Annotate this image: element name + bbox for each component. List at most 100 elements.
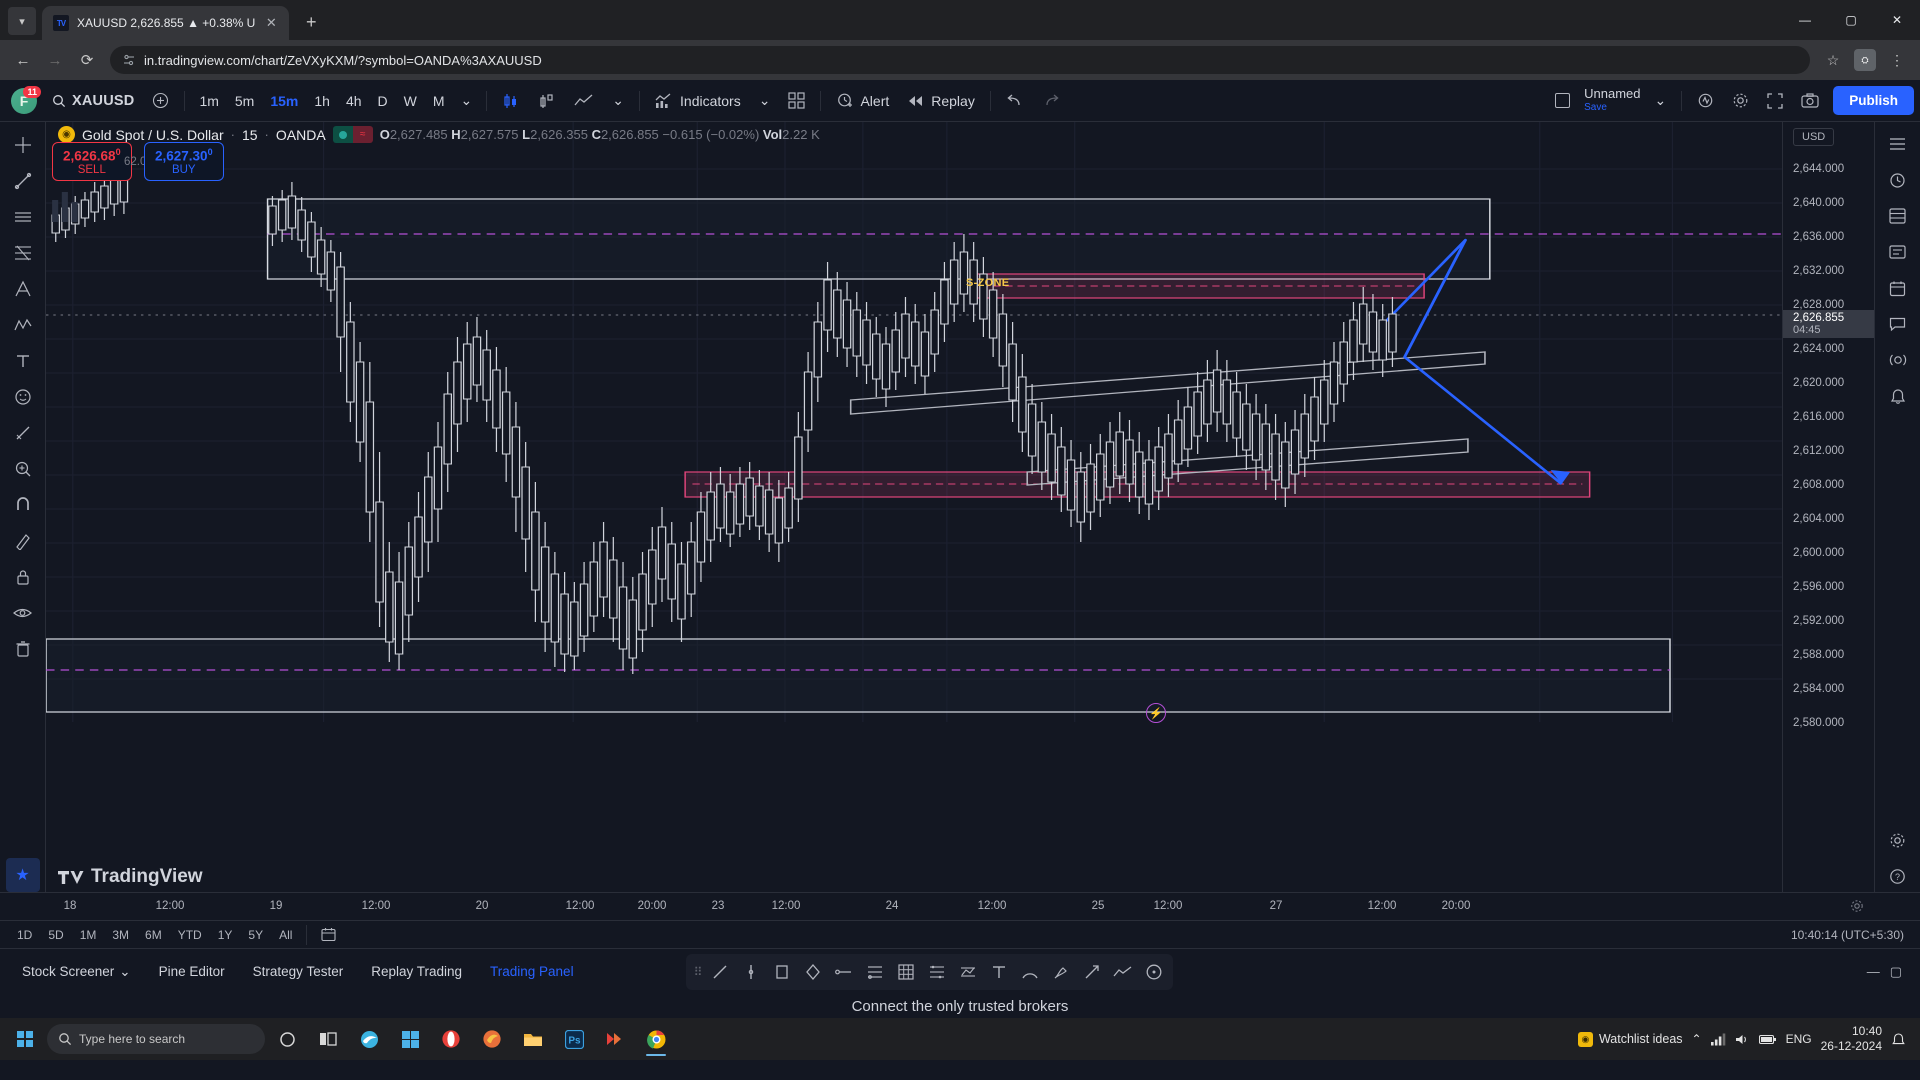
star-icon[interactable]: ☆ bbox=[1818, 45, 1848, 75]
range-6m[interactable]: 6M bbox=[138, 925, 169, 945]
time-scale-settings-icon[interactable] bbox=[1850, 899, 1864, 913]
battery-icon[interactable] bbox=[1759, 1034, 1777, 1045]
hotlist-icon[interactable] bbox=[1881, 236, 1915, 268]
tab-trading-panel[interactable]: Trading Panel bbox=[478, 958, 586, 985]
network-icon[interactable] bbox=[1711, 1033, 1726, 1046]
timeframe-15m[interactable]: 15m bbox=[263, 86, 305, 116]
timeframe-5m[interactable]: 5m bbox=[228, 86, 261, 116]
data-window-icon[interactable] bbox=[1881, 200, 1915, 232]
timeframe-d[interactable]: D bbox=[371, 86, 395, 116]
tab-stock-screener[interactable]: Stock Screener ⌄ bbox=[10, 958, 143, 986]
horizontal-lines-icon[interactable] bbox=[6, 200, 40, 234]
chart-legend[interactable]: ◉ Gold Spot / U.S. Dollar · 15 · OANDA ≈… bbox=[58, 126, 820, 143]
timeframe-4h[interactable]: 4h bbox=[339, 86, 369, 116]
chevron-down-icon[interactable]: ⌄ bbox=[454, 86, 480, 116]
close-window-button[interactable]: ✕ bbox=[1874, 0, 1920, 40]
favorite-drawings-icon[interactable]: ★ bbox=[6, 858, 40, 892]
minimize-icon[interactable]: — bbox=[1867, 964, 1880, 980]
notification-icon[interactable] bbox=[1891, 1032, 1906, 1047]
arc-icon[interactable] bbox=[1015, 957, 1045, 987]
cross-cursor-icon[interactable] bbox=[6, 128, 40, 162]
timeframe-1m[interactable]: 1m bbox=[192, 86, 225, 116]
tab-str]ategy-tester[interactable]: Strategy Tester bbox=[241, 958, 356, 985]
fib-retracement-icon[interactable] bbox=[6, 236, 40, 270]
new-tab-button[interactable]: + bbox=[297, 8, 325, 36]
publish-button[interactable]: Publish bbox=[1833, 86, 1914, 115]
settings-right-icon[interactable] bbox=[1881, 824, 1915, 856]
watchlist-icon[interactable] bbox=[1881, 128, 1915, 160]
grid-templates-icon[interactable] bbox=[780, 86, 813, 116]
taskbar-app-chrome[interactable] bbox=[637, 1021, 675, 1057]
text-tool-icon[interactable] bbox=[6, 344, 40, 378]
price-scale[interactable]: USD 2,644.000 2,640.000 2,636.000 2,632.… bbox=[1782, 122, 1874, 892]
brush-icon[interactable] bbox=[1046, 957, 1076, 987]
pitchfork-icon[interactable] bbox=[922, 957, 952, 987]
zigzag-icon[interactable] bbox=[1108, 957, 1138, 987]
windows-start-icon[interactable] bbox=[6, 1022, 44, 1056]
layout-chevron-icon[interactable]: ⌄ bbox=[1647, 86, 1675, 116]
tab-pine-editor[interactable]: Pine Editor bbox=[147, 958, 237, 985]
reload-icon[interactable]: ⟳ bbox=[72, 45, 102, 75]
indicators-dropdown-icon[interactable]: ⌄ bbox=[751, 86, 779, 116]
notifications-icon[interactable] bbox=[1881, 380, 1915, 412]
add-symbol-button[interactable] bbox=[144, 86, 177, 116]
text-tool-icon[interactable] bbox=[984, 957, 1014, 987]
maximize-button[interactable]: ▢ bbox=[1828, 0, 1874, 40]
taskbar-app-firefox[interactable] bbox=[473, 1021, 511, 1057]
buy-button[interactable]: 2,627.300 BUY bbox=[144, 142, 224, 181]
ideas-stream-icon[interactable] bbox=[1881, 344, 1915, 376]
tabstrip-dropdown-icon[interactable]: ▾ bbox=[8, 7, 36, 35]
magnet-icon[interactable] bbox=[6, 488, 40, 522]
range-1y[interactable]: 1Y bbox=[211, 925, 240, 945]
timeframe-m[interactable]: M bbox=[426, 86, 452, 116]
undo-icon[interactable] bbox=[998, 86, 1032, 116]
redo-icon[interactable] bbox=[1034, 86, 1068, 116]
alert-button[interactable]: Alert bbox=[828, 86, 897, 116]
forecast-icon[interactable] bbox=[953, 957, 983, 987]
kebab-menu-icon[interactable]: ⋮ bbox=[1882, 45, 1912, 75]
taskbar-app-store[interactable] bbox=[391, 1021, 429, 1057]
emoji-icon[interactable] bbox=[6, 380, 40, 414]
language-indicator[interactable]: ENG bbox=[1786, 1032, 1812, 1046]
zoom-in-icon[interactable] bbox=[6, 452, 40, 486]
camera-icon[interactable] bbox=[1793, 86, 1827, 116]
price-chart[interactable]: ◉ Gold Spot / U.S. Dollar · 15 · OANDA ≈… bbox=[46, 122, 1782, 892]
taskbar-search[interactable]: Type here to search bbox=[47, 1024, 265, 1054]
table-grid-icon[interactable] bbox=[891, 957, 921, 987]
hide-drawings-icon[interactable] bbox=[6, 596, 40, 630]
forward-icon[interactable]: → bbox=[40, 45, 70, 75]
magic-wand-icon[interactable] bbox=[1689, 86, 1722, 116]
tab-replay-trading[interactable]: Replay Trading bbox=[359, 958, 474, 985]
rectangle-icon[interactable] bbox=[767, 957, 797, 987]
layout-name-group[interactable]: Unnamed Save bbox=[1580, 87, 1644, 113]
range-1m[interactable]: 1M bbox=[73, 925, 104, 945]
taskbar-app-edge[interactable] bbox=[350, 1021, 388, 1057]
user-avatar[interactable]: F 11 bbox=[6, 86, 42, 116]
bar-chart-icon[interactable] bbox=[530, 86, 564, 116]
gann-box-icon[interactable] bbox=[6, 272, 40, 306]
replay-button[interactable]: Replay bbox=[899, 86, 983, 116]
taskbar-app-file-explorer[interactable] bbox=[514, 1021, 552, 1057]
charttype-dropdown-icon[interactable]: ⌄ bbox=[604, 86, 632, 116]
browser-tab[interactable]: TV XAUUSD 2,626.855 ▲ +0.38% U ✕ bbox=[42, 6, 289, 40]
measure-arrow-icon[interactable] bbox=[1077, 957, 1107, 987]
maximize-icon[interactable]: ▢ bbox=[1890, 964, 1902, 980]
watchlist-ideas-chip[interactable]: ◉ Watchlist ideas bbox=[1578, 1032, 1683, 1047]
measure-icon[interactable] bbox=[6, 416, 40, 450]
taskbar-app-opera[interactable] bbox=[432, 1021, 470, 1057]
chat-icon[interactable] bbox=[1881, 308, 1915, 340]
chevron-up-icon[interactable]: ⌃ bbox=[1692, 1032, 1702, 1046]
lock-drawings-icon[interactable] bbox=[6, 560, 40, 594]
site-settings-icon[interactable] bbox=[122, 53, 136, 67]
horizontal-rays-icon[interactable] bbox=[860, 957, 890, 987]
fullscreen-icon[interactable] bbox=[1759, 86, 1791, 116]
indicators-button[interactable]: Indicators bbox=[647, 86, 749, 116]
volume-icon[interactable] bbox=[1735, 1033, 1750, 1046]
candlestick-icon[interactable] bbox=[494, 86, 528, 116]
extensions-icon[interactable]: ⛭ bbox=[1850, 45, 1880, 75]
drag-handle[interactable]: ⠿ bbox=[690, 965, 705, 979]
range-5y[interactable]: 5Y bbox=[241, 925, 270, 945]
pattern-icon[interactable] bbox=[6, 308, 40, 342]
buy-sell-toggle[interactable]: ≈ bbox=[333, 126, 373, 143]
chevron-down-icon[interactable]: ⌄ bbox=[119, 964, 130, 980]
